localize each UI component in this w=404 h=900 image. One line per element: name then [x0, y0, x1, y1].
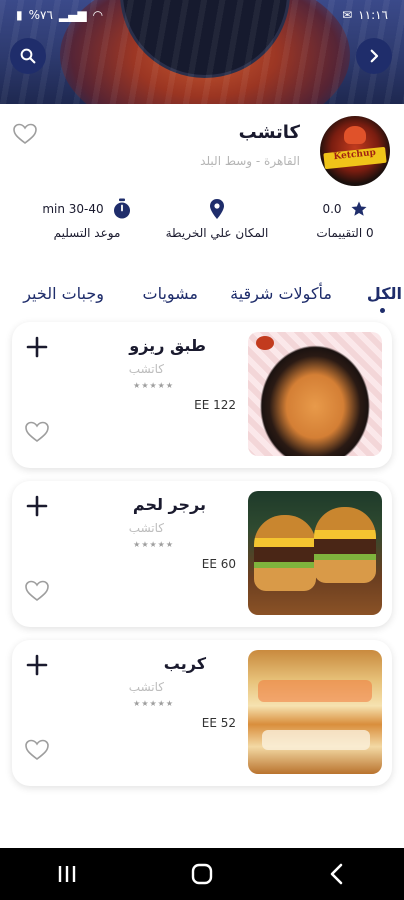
product-name: كريب	[163, 654, 206, 673]
heart-outline-icon[interactable]	[24, 420, 50, 444]
notification-icon: ✉	[342, 8, 353, 22]
search-button[interactable]	[10, 38, 46, 74]
status-bar: ▮ %٧٦ ▂▄▆ ◠ ✉ ١١:١٦	[0, 0, 404, 30]
logo-band: Ketchup	[323, 146, 387, 170]
map-stat[interactable]: المكان علي الخريطة	[152, 198, 282, 240]
plus-icon[interactable]	[26, 654, 48, 676]
product-price: EE 52	[201, 716, 236, 730]
restaurant-name: كاتشب	[238, 122, 300, 143]
home-button[interactable]	[182, 854, 222, 894]
burger-shape	[254, 515, 316, 591]
map-row	[152, 198, 282, 220]
logo-pot-graphic	[344, 126, 366, 144]
heart-outline-icon[interactable]	[24, 579, 50, 603]
plus-icon[interactable]	[26, 495, 48, 517]
product-image-beef-burger	[248, 491, 382, 615]
logo-text: Ketchup	[333, 147, 377, 163]
battery-percent: %٧٦	[28, 8, 53, 22]
recent-apps-icon	[59, 866, 76, 882]
burger-shape	[314, 507, 376, 583]
stopwatch-icon	[113, 198, 130, 219]
product-rating-stars: ★★★★★	[133, 699, 174, 708]
signal-icon: ▂▄▆	[58, 8, 87, 22]
status-right: ✉ ١١:١٦	[342, 8, 388, 22]
plus-icon[interactable]	[26, 336, 48, 358]
delivery-time: min 30-40	[42, 202, 104, 216]
product-rating-stars: ★★★★★	[133, 540, 174, 549]
ratings-label: 0 التقييمات	[316, 226, 374, 240]
product-restaurant: كاتشب	[128, 680, 164, 694]
category-tabs: الكل مأكولات شرقية مشويات وجبات الخير	[0, 282, 404, 322]
tab-grills[interactable]: مشويات	[143, 284, 199, 303]
heart-outline-icon[interactable]	[24, 738, 50, 762]
home-icon	[191, 863, 213, 885]
system-back-button[interactable]	[317, 854, 357, 894]
product-rating-stars: ★★★★★	[133, 381, 174, 390]
delivery-row: min 30-40	[22, 198, 152, 220]
wifi-icon: ◠	[92, 8, 104, 22]
chevron-right-icon	[370, 49, 379, 63]
status-time: ١١:١٦	[358, 8, 388, 22]
map-label: المكان علي الخريطة	[165, 226, 269, 240]
product-name: برجر لحم	[132, 495, 206, 514]
product-restaurant: كاتشب	[128, 362, 164, 376]
rating-row: 0.0	[280, 198, 404, 220]
product-restaurant: كاتشب	[128, 521, 164, 535]
product-image-crepe	[248, 650, 382, 774]
battery-icon: ▮	[16, 8, 23, 22]
rating-value: 0.0	[322, 202, 342, 216]
delivery-label: موعد التسليم	[53, 226, 121, 240]
delivery-stat: min 30-40 موعد التسليم	[22, 198, 152, 240]
system-nav-bar	[0, 848, 404, 900]
back-button[interactable]	[356, 38, 392, 74]
status-left: ▮ %٧٦ ▂▄▆ ◠	[16, 8, 103, 22]
search-icon	[20, 48, 36, 64]
product-image-pasta-dish	[248, 332, 382, 456]
rating-stat: 0.0 0 التقييمات	[280, 198, 404, 240]
product-card[interactable]: كريب كاتشب ★★★★★ EE 52	[12, 640, 392, 786]
product-name: طبق ريزو	[129, 336, 206, 355]
restaurant-location: القاهرة - وسط البلد	[200, 154, 300, 168]
map-pin-icon	[210, 199, 224, 219]
product-price: EE 60	[201, 557, 236, 571]
product-card[interactable]: برجر لحم كاتشب ★★★★★ EE 60	[12, 481, 392, 627]
restaurant-logo: Ketchup	[320, 116, 390, 186]
recent-apps-button[interactable]	[47, 854, 87, 894]
active-tab-indicator	[380, 308, 385, 313]
product-price: EE 122	[194, 398, 236, 412]
tab-all[interactable]: الكل	[367, 284, 402, 303]
tab-charity-meals[interactable]: وجبات الخير	[23, 284, 104, 303]
favorite-restaurant-heart-icon[interactable]	[12, 122, 38, 146]
star-icon	[351, 201, 367, 216]
back-arrow-icon	[330, 863, 342, 885]
product-card[interactable]: طبق ريزو كاتشب ★★★★★ EE 122	[12, 322, 392, 468]
tab-oriental[interactable]: مأكولات شرقية	[230, 284, 332, 303]
